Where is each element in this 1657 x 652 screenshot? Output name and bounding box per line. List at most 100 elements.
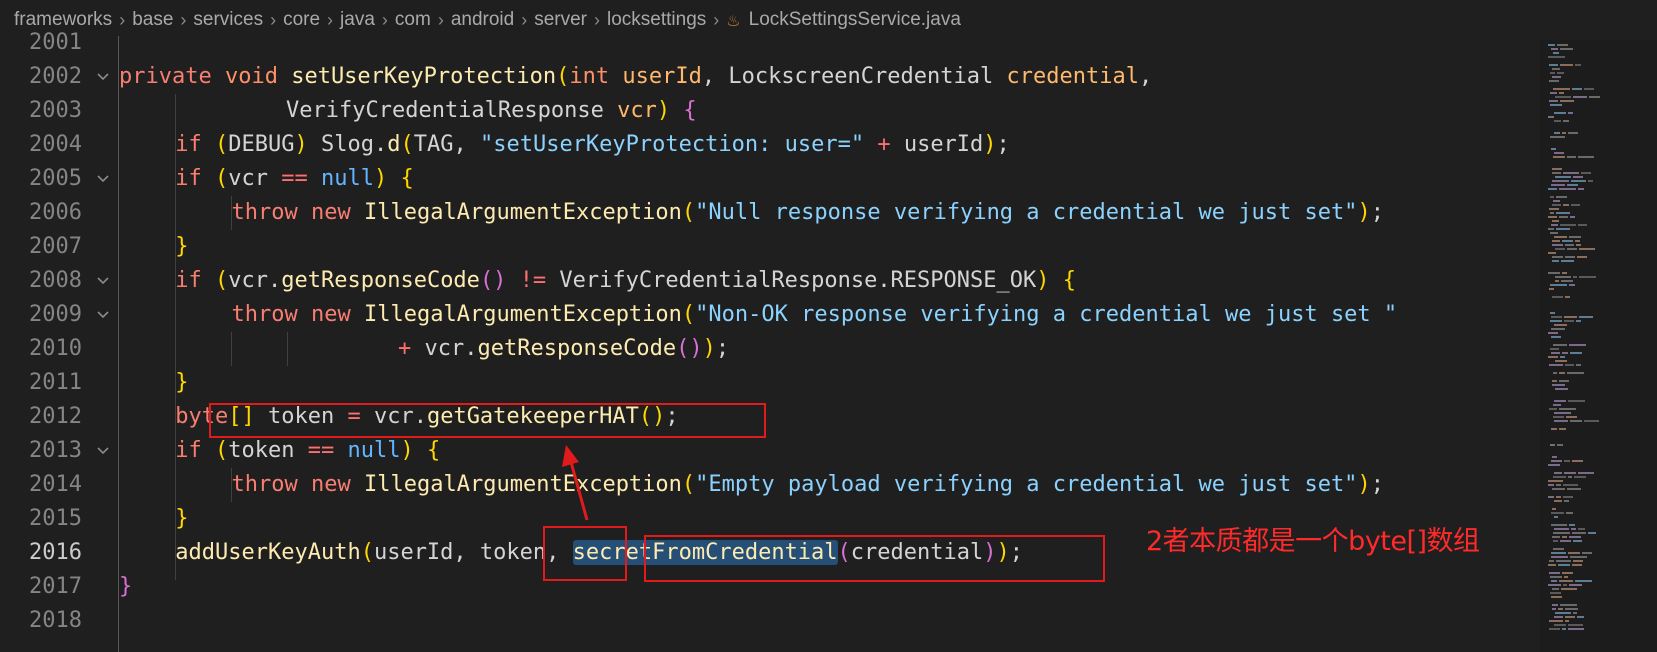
- minimap-line: [1573, 560, 1583, 562]
- minimap-line: [1568, 624, 1583, 626]
- minimap-line: [1588, 180, 1593, 182]
- minimap-line: [1553, 416, 1564, 418]
- minimap-line: [1548, 484, 1554, 486]
- minimap-line: [1554, 112, 1566, 114]
- minimap-line: [1559, 428, 1566, 430]
- minimap-line: [1550, 196, 1554, 198]
- minimap-line: [1554, 472, 1562, 474]
- minimap-line: [1552, 604, 1558, 606]
- minimap-line: [1551, 48, 1558, 50]
- minimap-line: [1552, 172, 1561, 174]
- minimap-line: [1549, 80, 1559, 82]
- minimap-line: [1584, 420, 1599, 422]
- minimap-line: [1568, 476, 1572, 478]
- minimap-line: [1556, 228, 1570, 230]
- minimap-line: [1553, 344, 1567, 346]
- minimap-line: [1554, 236, 1567, 238]
- minimap-line: [1565, 296, 1570, 298]
- minimap-line: [1558, 608, 1563, 610]
- minimap-line: [1552, 244, 1563, 246]
- minimap-line: [1550, 92, 1557, 94]
- minimap-line: [1575, 240, 1580, 242]
- minimap-line: [1575, 64, 1581, 66]
- minimap-line: [1548, 228, 1554, 230]
- minimap-line: [1551, 460, 1562, 462]
- minimap-line: [1562, 352, 1568, 354]
- minimap-line: [1562, 628, 1566, 630]
- minimap-line: [1565, 608, 1578, 610]
- minimap-line: [1548, 116, 1554, 118]
- minimap-line: [1560, 48, 1573, 50]
- minimap-line: [1568, 552, 1580, 554]
- minimap-line: [1552, 488, 1565, 490]
- minimap-line: [1550, 312, 1555, 314]
- minimap-line: [1570, 556, 1587, 558]
- minimap-line: [1562, 536, 1567, 538]
- minimap-line: [1560, 100, 1574, 102]
- minimap-line: [1554, 528, 1569, 530]
- minimap-line: [1578, 188, 1584, 190]
- minimap-line: [1552, 380, 1557, 382]
- minimap-line: [1554, 516, 1558, 518]
- minimap-line: [1555, 176, 1571, 178]
- minimap-line: [1577, 256, 1587, 258]
- minimap-line: [1575, 580, 1592, 582]
- minimap-line: [1559, 92, 1564, 94]
- minimap-line: [1554, 152, 1564, 154]
- minimap-line: [1569, 236, 1581, 238]
- minimap-line: [1564, 316, 1577, 318]
- minimap-line: [1567, 156, 1576, 158]
- minimap[interactable]: [1540, 40, 1657, 652]
- minimap-line: [1552, 456, 1557, 458]
- minimap-line: [1551, 184, 1565, 186]
- minimap-line: [1566, 416, 1577, 418]
- minimap-line: [1559, 216, 1568, 218]
- minimap-line: [1551, 148, 1556, 150]
- minimap-line: [1563, 496, 1573, 498]
- minimap-line: [1553, 476, 1566, 478]
- minimap-line: [1576, 364, 1581, 366]
- minimap-line: [1579, 248, 1595, 250]
- minimap-line: [1565, 616, 1575, 618]
- minimap-line: [1572, 564, 1582, 566]
- minimap-line: [1568, 628, 1584, 630]
- minimap-line: [1549, 208, 1559, 210]
- minimap-line: [1559, 380, 1569, 382]
- minimap-line: [1573, 540, 1582, 542]
- minimap-line: [1552, 76, 1561, 78]
- minimap-line: [1552, 68, 1560, 70]
- minimap-line: [1551, 336, 1561, 338]
- minimap-line: [1561, 280, 1573, 282]
- minimap-line: [1560, 64, 1573, 66]
- minimap-line: [1552, 204, 1561, 206]
- minimap-line: [1551, 328, 1565, 330]
- minimap-line: [1555, 276, 1571, 278]
- minimap-line: [1568, 400, 1585, 402]
- minimap-line: [1578, 528, 1585, 530]
- minimap-line: [1550, 212, 1554, 214]
- minimap-line: [1552, 508, 1556, 510]
- minimap-line: [1567, 488, 1581, 490]
- minimap-line: [1548, 584, 1561, 586]
- minimap-line: [1559, 188, 1576, 190]
- minimap-line: [1554, 412, 1571, 414]
- minimap-line: [1552, 260, 1559, 262]
- minimap-line: [1561, 588, 1577, 590]
- minimap-line: [1550, 72, 1555, 74]
- minimap-line: [1551, 316, 1562, 318]
- minimap-line: [1555, 360, 1567, 362]
- minimap-line: [1565, 620, 1569, 622]
- minimap-line: [1552, 384, 1565, 386]
- minimap-line: [1578, 472, 1594, 474]
- minimap-line: [1560, 224, 1576, 226]
- minimap-line: [1564, 500, 1569, 502]
- minimap-line: [1552, 256, 1563, 258]
- minimap-line: [1569, 584, 1582, 586]
- minimap-line: [1552, 588, 1559, 590]
- minimap-line: [1584, 88, 1594, 90]
- minimap-line: [1551, 596, 1562, 598]
- minimap-line: [1557, 44, 1568, 46]
- minimap-line: [1550, 232, 1558, 234]
- minimap-line: [1549, 364, 1563, 366]
- minimap-line: [1554, 324, 1567, 326]
